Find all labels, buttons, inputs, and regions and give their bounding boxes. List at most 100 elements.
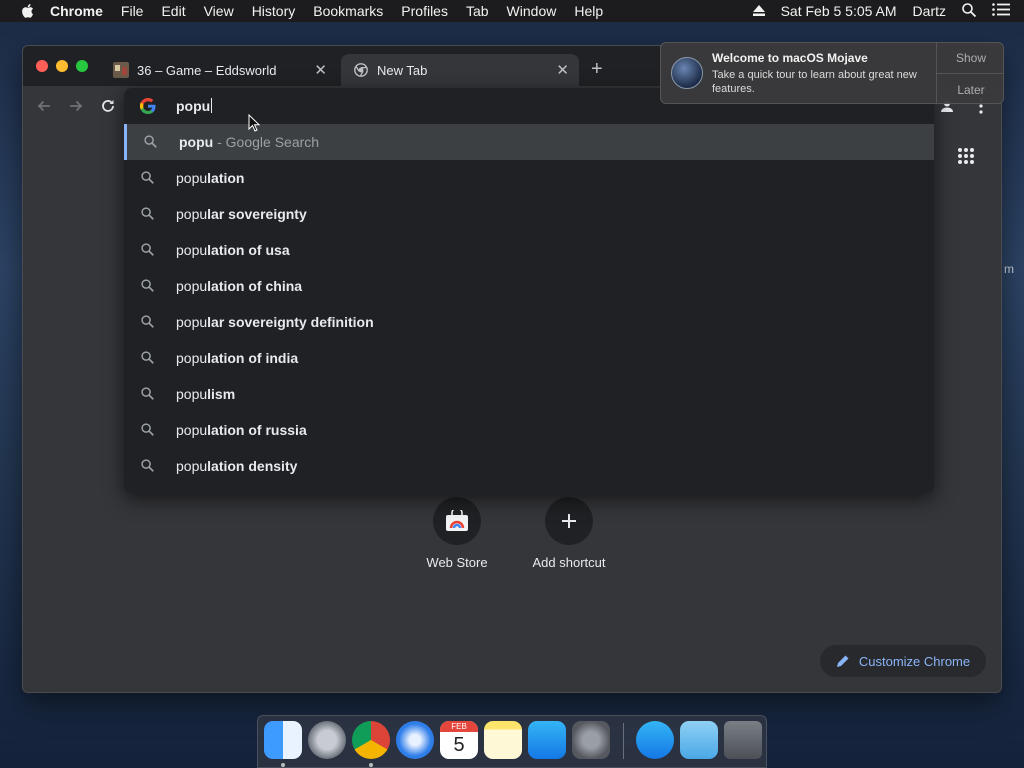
tab-new-tab[interactable]: New Tab ✕ (341, 54, 579, 86)
back-arrow-icon[interactable] (34, 96, 54, 116)
suggestion-text: popu - Google Search (179, 134, 319, 150)
menu-file[interactable]: File (121, 3, 144, 19)
omnibox-suggestion[interactable]: popular sovereignty definition (124, 304, 934, 340)
suggestion-completion-part: lation of usa (207, 242, 290, 258)
suggestion-text: populism (176, 386, 235, 402)
suggestion-typed-part: popu (176, 242, 208, 258)
search-icon (141, 315, 155, 329)
search-icon (141, 243, 155, 257)
search-icon (144, 135, 158, 149)
address-input-value: popu (176, 98, 211, 114)
notification-actions: Show Later (936, 43, 1003, 103)
suggestion-text: population of russia (176, 422, 307, 438)
eddsworld-favicon-icon (113, 62, 129, 78)
suggestion-typed-part: popu (176, 170, 208, 186)
suggestion-typed-part: popu (176, 458, 208, 474)
calendar-month: FEB (440, 721, 478, 732)
search-icon (141, 207, 155, 221)
new-tab-button[interactable]: + (591, 58, 603, 81)
omnibox-suggestion[interactable]: population of china (124, 268, 934, 304)
shortcut-label: Add shortcut (532, 555, 606, 570)
mouse-cursor-icon (248, 113, 261, 132)
notes-icon[interactable] (484, 721, 522, 759)
finder-icon[interactable] (264, 721, 302, 759)
shortcut-web-store[interactable]: Web Store (402, 497, 512, 570)
close-window-button[interactable] (36, 60, 48, 72)
suggestion-typed-part: popu (176, 422, 208, 438)
suggestion-text: population of india (176, 350, 298, 366)
mojave-app-icon (671, 57, 703, 89)
forward-arrow-icon[interactable] (66, 96, 86, 116)
menu-help[interactable]: Help (574, 3, 603, 19)
menu-bar: Chrome File Edit View History Bookmarks … (0, 0, 1024, 22)
google-g-icon (139, 97, 156, 115)
address-input[interactable]: popu (176, 98, 213, 114)
omnibox-suggestion[interactable]: popu - Google Search (124, 124, 934, 160)
dock: FEB 5 (257, 715, 767, 768)
tab-title: New Tab (377, 62, 428, 78)
omnibox-suggestion[interactable]: population of russia (124, 412, 934, 448)
google-apps-icon[interactable] (957, 147, 977, 167)
zoom-window-button[interactable] (76, 60, 88, 72)
suggestion-text: population (176, 170, 245, 186)
chrome-app-icon[interactable] (352, 721, 390, 759)
suggestion-typed-part: popu (176, 350, 208, 366)
trash-icon[interactable] (724, 721, 762, 759)
suggestion-text: popular sovereignty (176, 206, 307, 222)
macos-notification: Welcome to macOS Mojave Take a quick tou… (660, 42, 1004, 104)
suggestion-completion-part: lar sovereignty definition (207, 314, 374, 330)
web-store-icon (433, 497, 481, 545)
omnibox-suggestion[interactable]: population (124, 160, 934, 196)
running-indicator (369, 763, 373, 767)
notification-later-button[interactable]: Later (937, 74, 1003, 103)
downloads-folder-icon[interactable] (680, 721, 718, 759)
omnibox-dropdown: popu popu - Google Search population popul… (124, 88, 934, 493)
launchpad-icon[interactable] (308, 721, 346, 759)
text-caret (211, 98, 213, 113)
app-store-icon[interactable] (528, 721, 566, 759)
pencil-icon (836, 655, 849, 667)
spotlight-search-icon[interactable] (962, 2, 977, 20)
tab-eddsworld[interactable]: 36 – Game – Eddsworld ✕ (105, 54, 337, 86)
eject-icon[interactable] (752, 3, 765, 19)
menu-tab[interactable]: Tab (466, 3, 489, 19)
menu-app-name[interactable]: Chrome (50, 3, 103, 19)
suggestion-suffix: - Google Search (213, 134, 320, 150)
omnibox-suggestion[interactable]: popular sovereignty (124, 196, 934, 232)
menu-edit[interactable]: Edit (161, 3, 185, 19)
customize-chrome-button[interactable]: Customize Chrome (820, 645, 986, 677)
suggestion-typed-part: popu (176, 314, 208, 330)
search-icon (141, 279, 155, 293)
system-preferences-icon[interactable] (572, 721, 610, 759)
running-indicator (281, 763, 285, 767)
notification-show-button[interactable]: Show (937, 43, 1003, 74)
reload-icon[interactable] (98, 96, 118, 116)
app-store-folder-icon[interactable] (636, 721, 674, 759)
menu-view[interactable]: View (204, 3, 234, 19)
search-icon (141, 459, 155, 473)
minimize-window-button[interactable] (56, 60, 68, 72)
menu-clock[interactable]: Sat Feb 5 5:05 AM (781, 3, 897, 19)
apple-menu-icon[interactable] (20, 3, 36, 19)
menu-bookmarks[interactable]: Bookmarks (313, 3, 383, 19)
add-shortcut-button[interactable]: Add shortcut (514, 497, 624, 570)
menu-profiles[interactable]: Profiles (401, 3, 448, 19)
omnibox-suggestion[interactable]: population of usa (124, 232, 934, 268)
close-tab-icon[interactable]: ✕ (314, 61, 327, 79)
shortcut-label: Web Store (426, 555, 488, 570)
omnibox-suggestion[interactable]: populism (124, 376, 934, 412)
menu-history[interactable]: History (252, 3, 296, 19)
suggestion-completion-part: lation of russia (207, 422, 307, 438)
notification-center-icon[interactable] (992, 3, 1010, 19)
omnibox-suggestion[interactable]: population of india (124, 340, 934, 376)
omnibox-suggestion[interactable]: population density (124, 448, 934, 484)
close-tab-icon[interactable]: ✕ (556, 61, 569, 79)
suggestion-completion-part: lation density (207, 458, 298, 474)
calendar-icon[interactable]: FEB 5 (440, 721, 478, 759)
suggestion-text: popular sovereignty definition (176, 314, 374, 330)
menu-user[interactable]: Dartz (913, 3, 946, 19)
menu-window[interactable]: Window (507, 3, 557, 19)
suggestion-completion-part: lar sovereignty (207, 206, 307, 222)
customize-chrome-label: Customize Chrome (858, 653, 971, 669)
safari-icon[interactable] (396, 721, 434, 759)
